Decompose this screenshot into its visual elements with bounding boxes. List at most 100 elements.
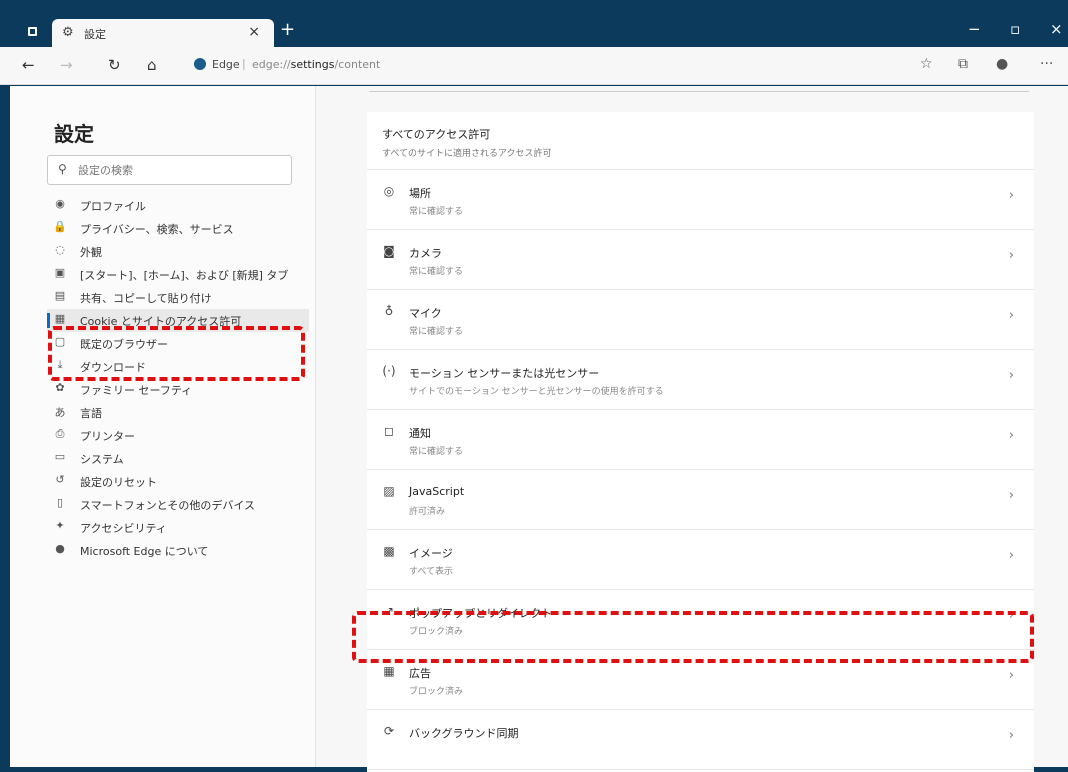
sidebar-item-label: スマートフォンとその他のデバイス [80,499,256,512]
sidebar-item-share-copy-paste[interactable]: ▤ 共有、コピーして貼り付け [47,286,309,309]
permission-row-javascript[interactable]: ▨ JavaScript 許可済み › [367,470,1034,530]
chevron-right-icon: › [1008,248,1014,263]
popups-redirects-icon: ↗ [383,604,395,618]
sidebar-item-downloads[interactable]: ⤓ ダウンロード [47,355,309,378]
title-bar: ⚙ 設定 × + − ▫ × [0,0,1068,47]
start-home-newtab-icon: ▣ [54,266,66,279]
sidebar-item-system[interactable]: ▭ システム [47,447,309,470]
more-menu-icon[interactable]: ··· [1040,56,1053,72]
minimize-button[interactable]: − [968,20,981,38]
permission-row-motion-light-sensors[interactable]: (·) モーション センサーまたは光センサー サイトでのモーション センサーと光セン… [367,350,1034,410]
permission-row-camera[interactable]: ◙ カメラ 常に確認する › [367,230,1034,290]
sidebar-item-label: プライバシー、検索、サービス [80,223,234,236]
tab-settings[interactable]: ⚙ 設定 × [52,19,274,47]
permission-title: カメラ [409,247,442,260]
background-sync-icon: ⟳ [383,724,395,738]
permission-row-ads[interactable]: ▦ 広告 ブロック済み › [367,650,1034,710]
search-box[interactable]: ⚲ [47,155,292,185]
sidebar-item-label: [スタート]、[ホーム]、および [新規] タブ [80,269,289,282]
sidebar-item-label: アクセシビリティ [80,522,167,535]
sidebar-item-printers[interactable]: ⎙ プリンター [47,424,309,447]
reset-settings-icon: ↺ [55,473,65,486]
edge-logo-icon [194,58,206,70]
permission-row-microphone[interactable]: ♁ マイク 常に確認する › [367,290,1034,350]
permission-row-background-sync[interactable]: ⟳ バックグラウンド同期 › [367,710,1034,770]
permission-title: 通知 [409,427,431,440]
permission-status: ブロック済み [409,687,464,697]
url-prefix: edge:// [252,58,291,71]
permission-row-notifications[interactable]: ◻ 通知常に確認する › [367,410,1034,470]
sidebar-item-privacy[interactable]: 🔒 プライバシー、検索、サービス [47,217,309,240]
search-icon: ⚲ [58,162,67,176]
chevron-right-icon: › [1008,428,1014,443]
sidebar-item-appearance[interactable]: ◌ 外観 [47,240,309,263]
tab-title: 設定 [84,28,106,41]
motion-light-sensors-icon: (·) [382,364,396,378]
languages-icon: あ [54,406,66,419]
permission-status: すべて表示 [409,567,454,577]
permission-status: ブロック済み [409,627,464,637]
address-bar[interactable]: Edge | edge://settings/content [190,54,910,78]
microphone-icon: ♁ [384,304,394,318]
address-site-label: Edge [212,58,240,71]
card-subtitle: すべてのサイトに適用されるアクセス許可 [382,149,552,159]
notifications-icon: ◻ [384,424,394,438]
maximize-button[interactable]: ▫ [1010,20,1020,38]
permission-row-location[interactable]: ◎ 場所 常に確認する › [367,170,1034,230]
tab-actions-icon[interactable] [28,27,37,36]
card-header: すべてのアクセス許可 すべてのサイトに適用されるアクセス許可 [367,112,1034,170]
search-input[interactable] [78,160,278,180]
favorites-icon[interactable]: ☆ [920,56,933,72]
sidebar-item-label: ファミリー セーフティ [80,384,193,397]
sidebar-item-label: 言語 [80,407,102,420]
settings-content: 設定 ⚲ ◉ プロファイル 🔒 プライバシー、検索、サービス ◌ 外観 ▣ [スタート]、[ホ… [10,86,1068,772]
location-icon: ◎ [383,184,395,198]
sidebar-item-cookies-site-permissions[interactable]: ▦ Cookie とサイトのアクセス許可 [47,309,309,332]
share-copy-paste-icon: ▤ [54,289,66,302]
phone-devices-icon: ▯ [56,496,64,509]
home-icon[interactable]: ⌂ [147,56,157,74]
profile-avatar-icon[interactable]: ● [996,56,1008,72]
permissions-card: すべてのアクセス許可 すべてのサイトに適用されるアクセス許可 ◎ 場所 常に確認する… [367,112,1034,772]
sidebar-item-profile[interactable]: ◉ プロファイル [47,194,309,217]
sidebar-item-family-safety[interactable]: ✿ ファミリー セーフティ [47,378,309,401]
sidebar-item-reset-settings[interactable]: ↺ 設定のリセット [47,470,309,493]
url-suffix: /content [334,58,381,71]
sidebar-item-label: プロファイル [80,200,146,213]
forward-icon[interactable]: → [60,56,73,74]
sidebar-item-languages[interactable]: あ 言語 [47,401,309,424]
permission-row-popups-redirects[interactable]: ↗ ポップアップとリダイレクト ブロック済み › [367,590,1034,650]
chevron-right-icon: › [1008,368,1014,383]
sidebar-item-default-browser[interactable]: ▢ 既定のブラウザー [47,332,309,355]
main-panel: すべてのアクセス許可 すべてのサイトに適用されるアクセス許可 ◎ 場所 常に確認する… [350,86,1040,772]
new-tab-button[interactable]: + [280,19,295,40]
sidebar-item-phone-devices[interactable]: ▯ スマートフォンとその他のデバイス [47,493,309,516]
permission-title: ポップアップとリダイレクト [409,607,552,620]
back-icon[interactable]: ← [22,56,35,74]
address-url: edge://settings/content [252,58,380,71]
url-path: settings [290,58,335,71]
chevron-right-icon: › [1008,308,1014,323]
chevron-right-icon: › [1008,548,1014,563]
sidebar-item-start-home-newtab[interactable]: ▣ [スタート]、[ホーム]、および [新規] タブ [47,263,309,286]
sidebar-item-accessibility[interactable]: ✦ アクセシビリティ [47,516,309,539]
permission-status: 常に確認する [409,207,464,217]
refresh-icon[interactable]: ↻ [108,56,121,74]
permission-row-images[interactable]: ▩ イメージ すべて表示 › [367,530,1034,590]
toolbar: ← → ↻ ⌂ Edge | edge://settings/content ☆… [0,47,1068,85]
divider [369,91,1029,92]
permission-status: 常に確認する [409,267,464,277]
chevron-right-icon: › [1008,608,1014,623]
sidebar-item-label: 既定のブラウザー [80,338,168,351]
downloads-icon: ⤓ [57,358,63,371]
permission-title: 広告 [409,667,431,680]
collections-icon[interactable]: ⧉ [958,56,968,72]
permission-status: 許可済み [409,507,446,517]
browser-window: ⚙ 設定 × + − ▫ × ← → ↻ ⌂ Edge | edge://set… [0,0,1068,772]
printers-icon: ⎙ [55,427,65,440]
close-tab-icon[interactable]: × [248,24,260,40]
permission-status: 常に確認する [409,447,464,457]
close-window-button[interactable]: × [1050,20,1063,38]
sidebar-item-about-edge[interactable]: ● Microsoft Edge について [47,539,309,562]
ads-icon: ▦ [383,664,395,678]
